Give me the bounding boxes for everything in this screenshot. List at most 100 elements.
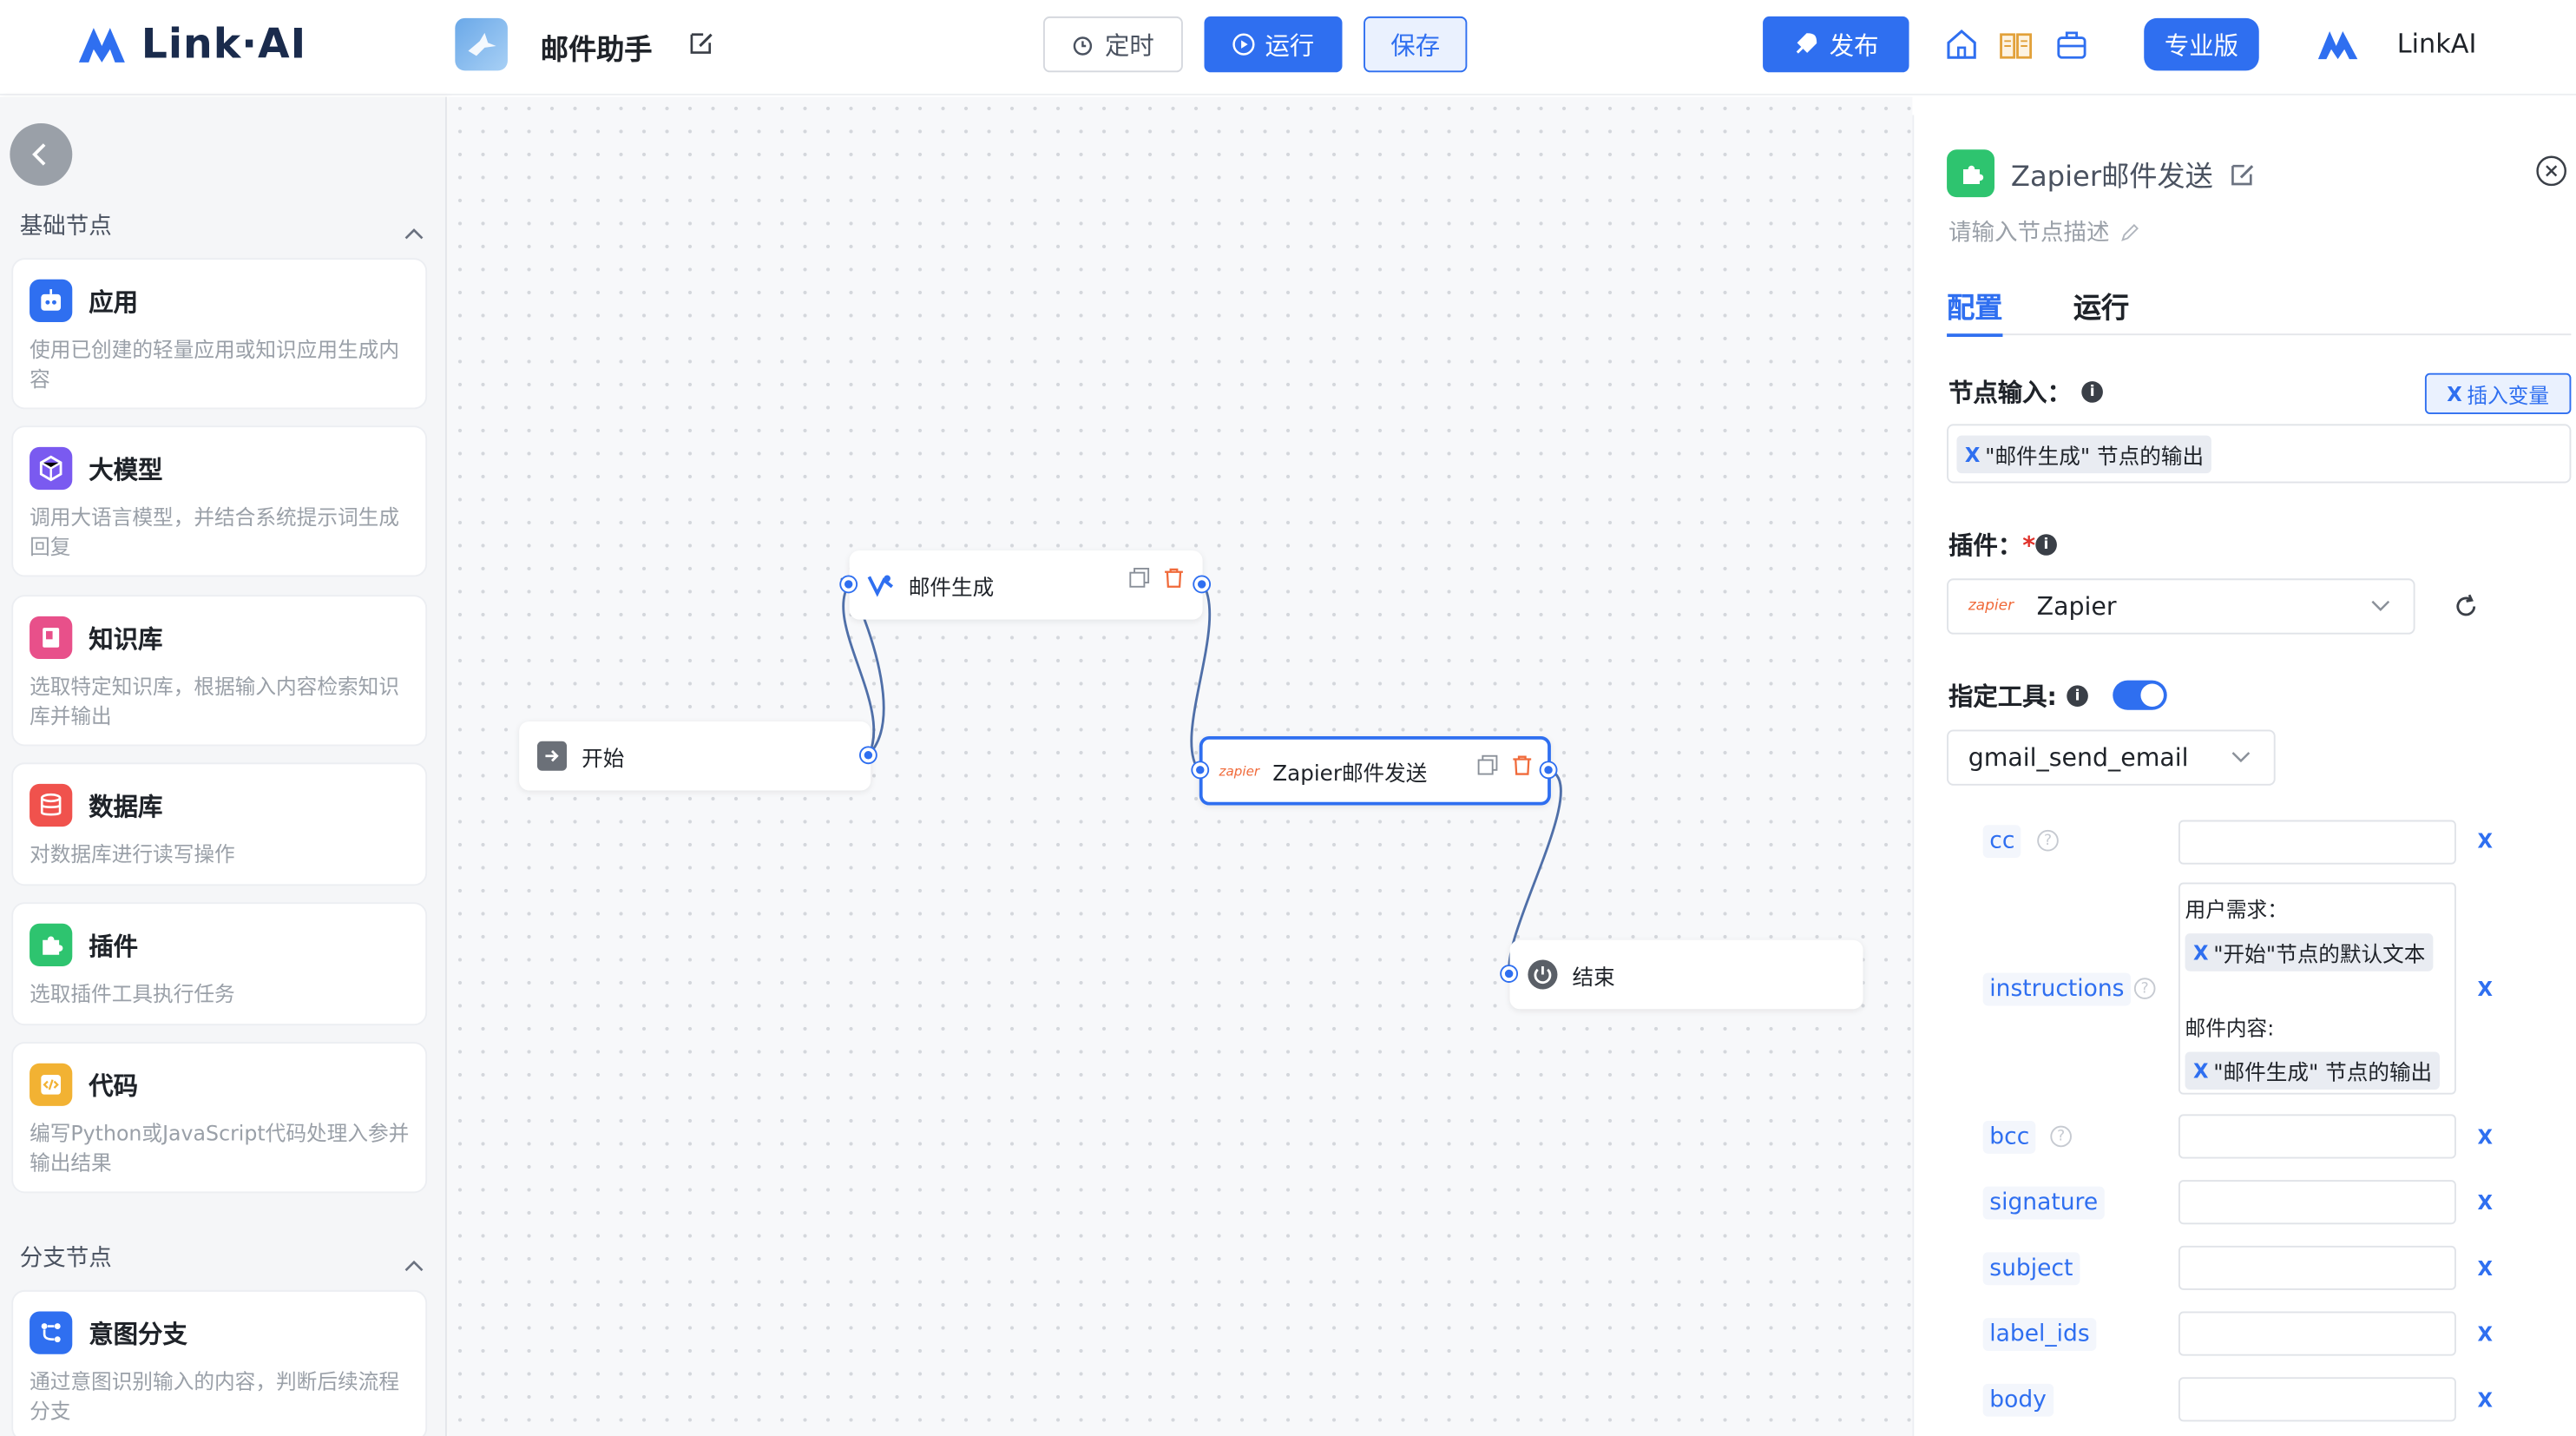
zapier-logo-icon: zapier [1968,598,2014,615]
chevron-up-icon[interactable] [404,215,424,247]
code-icon [30,1063,73,1106]
specify-tool-toggle[interactable] [2113,680,2167,710]
node-input-field[interactable]: X "邮件生成" 节点的输出 [1947,424,2572,484]
input-port[interactable] [1502,966,1517,982]
plugin-select[interactable]: zapier Zapier [1947,578,2415,635]
node-card-desc: 选取特定知识库，根据输入内容检索知识库并输出 [30,674,400,728]
node-card-title: 应用 [89,287,139,317]
briefcase-icon[interactable] [2054,26,2090,63]
insert-variable-icon[interactable]: X [2477,1389,2493,1413]
tool-label-text: 指定工具: [1948,682,2057,712]
output-port[interactable] [1194,576,1210,592]
refresh-icon[interactable] [2453,593,2479,626]
info-icon[interactable]: i [2035,534,2057,556]
variable-tag[interactable]: X "开始"节点的默认文本 [2185,933,2434,972]
node-input-label: 节点输入： i [1948,375,2103,410]
chevron-left-icon [32,143,46,166]
tab-run[interactable]: 运行 [2073,284,2129,326]
param-subject-input[interactable] [2178,1245,2456,1290]
node-card-app[interactable]: 应用 使用已创建的轻量应用或知识应用生成内容 [11,258,428,410]
collapse-sidebar-button[interactable] [10,122,73,186]
run-button[interactable]: 运行 [1204,16,1343,73]
param-bcc-input[interactable] [2178,1114,2456,1159]
info-icon[interactable]: i [2081,381,2103,403]
user-avatar-icon[interactable] [2316,28,2359,67]
pro-plan-badge[interactable]: 专业版 [2144,17,2259,71]
help-icon[interactable]: ? [2050,1125,2072,1148]
param-cc-input[interactable] [2178,820,2456,865]
param-bcc: bcc [1982,1120,2036,1154]
flow-node-end[interactable]: 结束 [1502,939,1863,1010]
flow-node-mail-gen[interactable]: 邮件生成 [841,550,1210,620]
node-card-llm[interactable]: 大模型 调用大语言模型，并结合系统提示词生成回复 [11,425,428,577]
param-body-input[interactable] [2178,1377,2456,1422]
input-port[interactable] [1193,762,1208,778]
help-icon[interactable]: ? [2133,978,2156,999]
trash-icon[interactable] [1511,754,1533,776]
brand-name: Link·AI [141,19,307,68]
tool-select[interactable]: gmail_send_email [1947,729,2276,786]
node-card-title: 大模型 [89,454,163,484]
book-icon [30,616,73,660]
insert-variable-icon[interactable]: X [2477,1126,2493,1149]
tab-config[interactable]: 配置 [1947,284,2003,338]
node-card-database[interactable]: 数据库 对数据库进行读写操作 [11,762,428,886]
insert-variable-icon[interactable]: X [2477,1191,2493,1215]
brand-logo[interactable]: Link·AI [76,20,306,68]
node-card-desc: 通过意图识别输入的内容，判断后续流程分支 [30,1368,400,1424]
docs-book-icon[interactable] [1998,26,2034,63]
workflow-canvas[interactable]: 开始 邮件生成 zapier Zapier邮件发送 结束 [448,96,1913,1436]
insert-variable-icon[interactable]: X [2477,1257,2493,1281]
variable-tag[interactable]: X "邮件生成" 节点的输出 [1956,435,2212,474]
help-icon[interactable]: ? [2037,829,2059,852]
publish-button[interactable]: 发布 [1763,16,1909,73]
timer-button[interactable]: 定时 [1042,16,1183,73]
node-card-desc: 对数据库进行读写操作 [30,841,235,866]
node-card-desc: 调用大语言模型，并结合系统提示词生成回复 [30,504,400,559]
param-label-ids-input[interactable] [2178,1311,2456,1356]
insert-variable-icon[interactable]: X [2477,1323,2493,1347]
variable-icon: X [2447,382,2462,405]
variable-tag-text: "邮件生成" 节点的输出 [1985,445,2205,471]
node-card-intent-branch[interactable]: 意图分支 通过意图识别输入的内容，判断后续流程分支 [11,1289,428,1436]
flow-node-start[interactable]: 开始 [519,721,876,791]
node-card-title: 插件 [89,931,139,961]
save-button[interactable]: 保存 [1364,16,1468,73]
node-card-knowledge[interactable]: 知识库 选取特定知识库，根据输入内容检索知识库并输出 [11,595,428,747]
insert-variable-button[interactable]: X 插入变量 [2424,372,2572,415]
variable-icon: X [1964,443,1981,466]
node-card-title: 知识库 [89,623,163,654]
output-port[interactable] [1541,762,1556,778]
param-instructions-input[interactable]: 用户需求： X "开始"节点的默认文本 邮件内容: X "邮件生成" 节点的输出 [2178,882,2456,1095]
info-icon[interactable]: i [2067,685,2088,707]
user-name[interactable]: LinkAI [2397,28,2477,59]
copy-icon[interactable] [1477,754,1499,776]
edit-title-icon[interactable] [2230,161,2256,187]
node-card-code[interactable]: 代码 编写Python或JavaScript代码处理入参并输出结果 [11,1042,428,1194]
close-panel-icon[interactable] [2535,155,2568,194]
insert-variable-icon[interactable]: X [2477,830,2493,853]
trash-icon[interactable] [1163,567,1185,589]
flow-node-label: 开始 [582,747,625,772]
alarm-clock-icon [1074,36,1094,56]
node-description-field[interactable]: 请输入节点描述 [1948,215,2140,248]
chevron-up-icon[interactable] [404,1248,424,1279]
input-port[interactable] [841,576,857,592]
publish-label: 发布 [1829,30,1879,61]
branch-icon [30,1311,73,1354]
variable-tag[interactable]: X "邮件生成" 节点的输出 [2185,1051,2441,1090]
flow-node-label: Zapier邮件发送 [1272,761,1428,787]
panel-title: Zapier邮件发送 [2010,161,2213,194]
home-icon[interactable] [1943,26,1980,63]
node-card-desc: 选取插件工具执行任务 [30,981,235,1006]
node-card-plugin[interactable]: 插件 选取插件工具执行任务 [11,902,428,1026]
bird-icon [468,32,496,56]
app-avatar[interactable] [455,17,508,71]
node-actions [1477,754,1533,776]
output-port[interactable] [860,748,876,763]
param-signature-input[interactable] [2178,1180,2456,1225]
edit-name-icon[interactable] [688,30,714,63]
copy-icon[interactable] [1128,567,1150,589]
flow-node-zapier-send[interactable]: zapier Zapier邮件发送 [1193,736,1556,806]
insert-variable-icon[interactable]: X [2477,978,2493,1001]
